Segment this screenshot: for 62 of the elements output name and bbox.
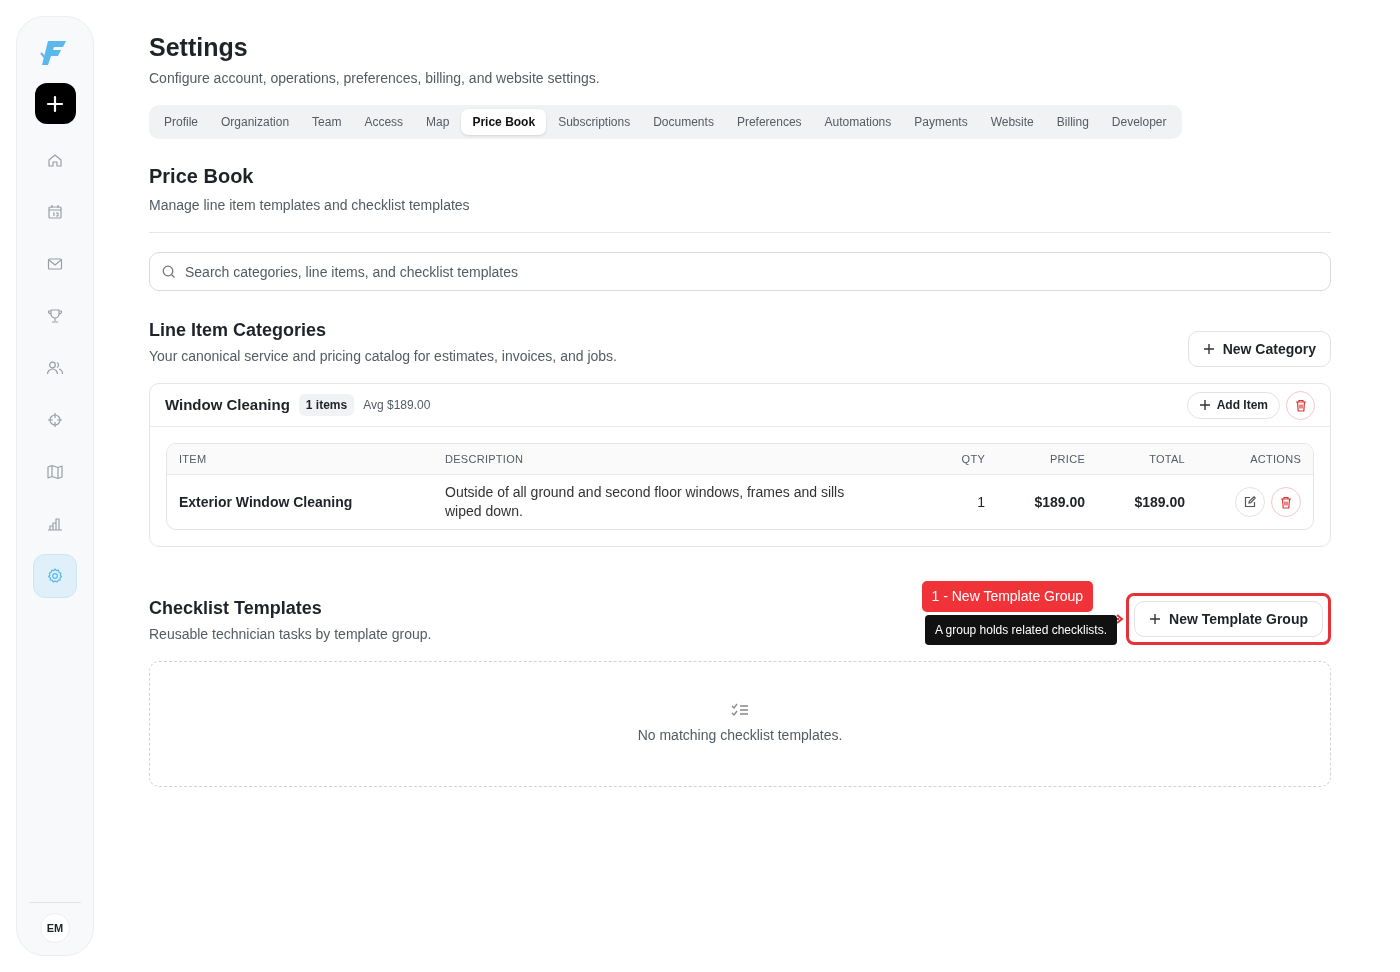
trophy-icon xyxy=(46,307,64,325)
table-cell-text: Exterior Window Cleaning xyxy=(179,492,354,512)
item-count-badge: 1 items xyxy=(298,394,355,416)
table-cell-text: $189.00 xyxy=(1133,492,1185,512)
new-template-group-button[interactable]: New Template Group xyxy=(1134,601,1323,637)
mail-icon xyxy=(46,255,64,273)
table-cell-text: $189.00 xyxy=(1033,492,1085,512)
column-header: DESCRIPTION xyxy=(445,451,525,467)
section-subtitle: Reusable technician tasks by template group. xyxy=(149,625,432,644)
user-avatar[interactable]: EM xyxy=(40,913,70,943)
edit-icon xyxy=(1244,496,1256,508)
plus-icon xyxy=(1149,613,1161,625)
add-button[interactable] xyxy=(34,83,76,124)
column-header: TOTAL xyxy=(1148,451,1185,467)
search-field[interactable]: Search categories, line items, and checklist templates xyxy=(149,252,1331,291)
column-header: QTY xyxy=(960,451,985,467)
sidebar-item[interactable] xyxy=(33,554,77,598)
table-cell-text: Outside of all ground and second floor windows, frames and sills wiped down. xyxy=(445,483,846,521)
tab[interactable]: Profile xyxy=(153,109,209,135)
tab[interactable]: Subscriptions xyxy=(547,109,642,135)
tooltip: A group holds related checklists. xyxy=(924,615,1117,645)
tab[interactable]: Documents xyxy=(642,109,725,135)
tab[interactable]: Team xyxy=(301,109,353,135)
average-price: Avg $189.00 xyxy=(363,397,431,414)
tab[interactable]: Website xyxy=(979,109,1045,135)
search-icon xyxy=(162,265,176,279)
section-subtitle: Your canonical service and pricing catalog for estimates, invoices, and jobs. xyxy=(149,347,617,366)
calendar-icon xyxy=(46,203,64,221)
bar-chart-icon xyxy=(46,515,64,533)
tab[interactable]: Payments xyxy=(903,109,979,135)
crosshair-icon xyxy=(46,411,64,429)
tab[interactable]: Automations xyxy=(813,109,903,135)
page-title: Settings xyxy=(149,32,249,62)
category-name: Window Cleaning xyxy=(165,394,290,415)
column-header: ACTIONS xyxy=(1249,451,1301,467)
settings-icon xyxy=(46,567,64,585)
plus-icon xyxy=(46,94,64,113)
delete-icon xyxy=(1280,495,1292,509)
delete-icon xyxy=(1294,398,1307,412)
section-title: Checklist Templates xyxy=(149,597,323,620)
plus-icon xyxy=(1202,343,1215,355)
tab[interactable]: Organization xyxy=(210,109,301,135)
tab[interactable]: Preferences xyxy=(725,109,813,135)
plus-icon xyxy=(1198,399,1211,411)
column-header: ITEM xyxy=(179,451,208,467)
table-cell-text: 1 xyxy=(976,492,985,512)
new-category-button[interactable]: New Category xyxy=(1187,331,1331,367)
map-icon xyxy=(46,463,64,481)
column-header: PRICE xyxy=(1049,451,1085,467)
section-title: Price Book xyxy=(149,164,255,189)
section-subtitle: Manage line item templates and checklist templates xyxy=(149,196,471,215)
checklist-icon xyxy=(731,702,749,717)
tab[interactable]: Price Book xyxy=(461,109,547,135)
tour-step-label: 1 - New Template Group xyxy=(921,581,1093,612)
page-subtitle: Configure account, operations, preferences, billing, and website settings. xyxy=(149,69,601,88)
section-title: Line Item Categories xyxy=(149,319,328,342)
tab[interactable]: Developer xyxy=(1100,109,1178,135)
users-icon xyxy=(46,359,64,377)
tab[interactable]: Billing xyxy=(1045,109,1100,135)
tab[interactable]: Access xyxy=(353,109,415,135)
empty-message: No matching checklist templates. xyxy=(637,725,843,745)
tab[interactable]: Map xyxy=(415,109,461,135)
